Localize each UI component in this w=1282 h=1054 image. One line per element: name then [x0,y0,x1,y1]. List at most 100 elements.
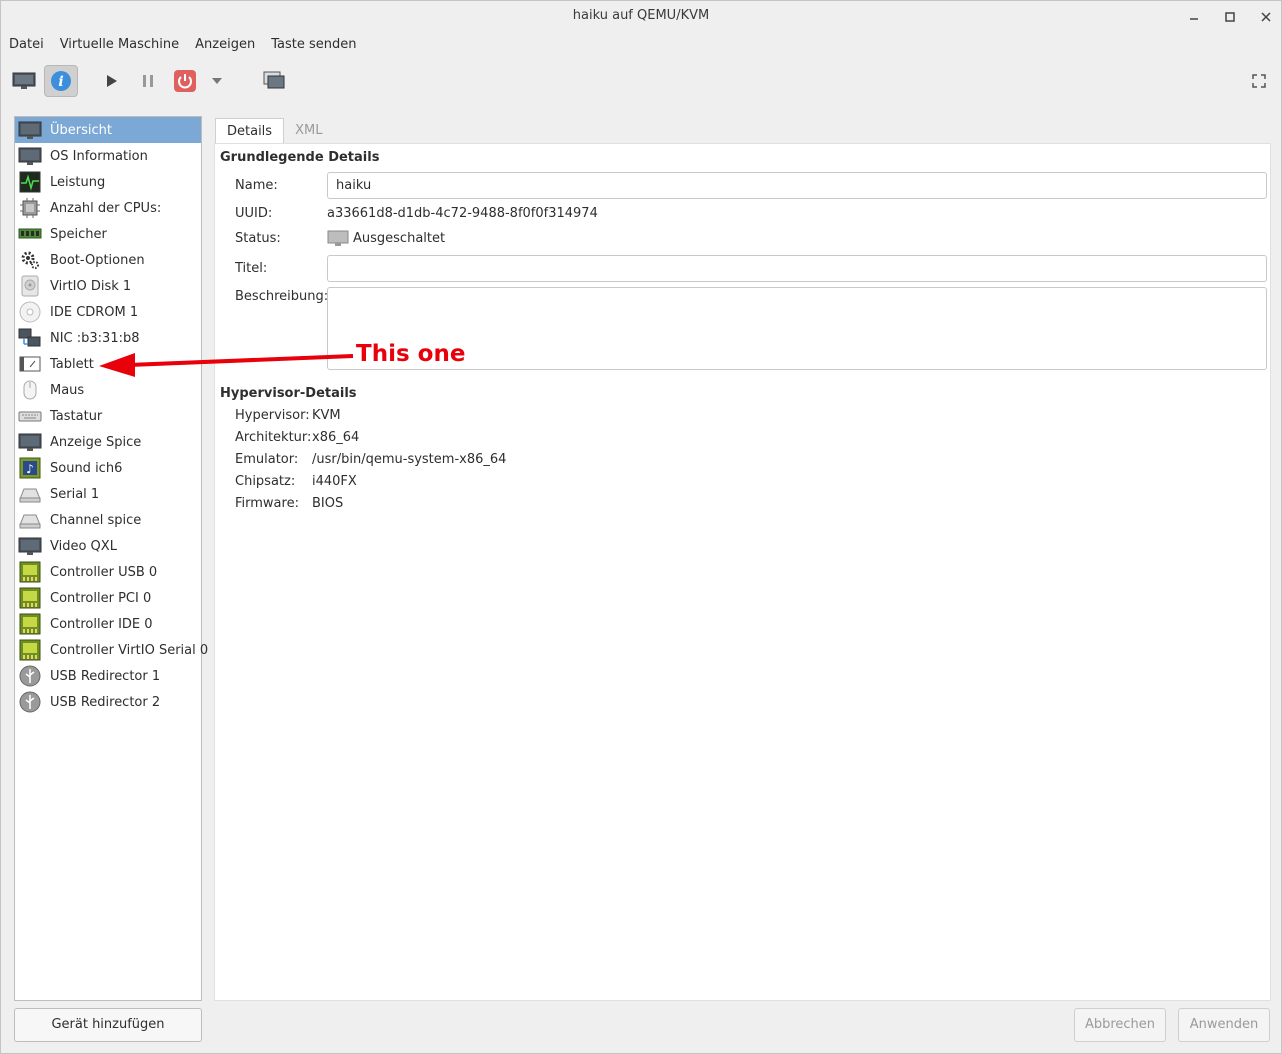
sidebar-item-display-spice[interactable]: Anzeige Spice [15,429,201,455]
fullscreen-icon [1252,74,1266,88]
screens-icon [263,71,285,89]
sidebar-item-controller-pci[interactable]: Controller PCI 0 [15,585,201,611]
serial-icon [19,514,41,529]
annotation-arrow [99,353,354,377]
sidebar-item-controller-ide[interactable]: Controller IDE 0 [15,611,201,637]
controller-icon [19,587,41,609]
title-bar: haiku auf QEMU/KVM [1,1,1281,32]
pause-icon [143,75,153,87]
sidebar-item-label: Anzahl der CPUs: [50,200,162,216]
keyboard-icon [18,411,42,422]
status-label: Status: [235,231,281,246]
menu-bar: Datei Virtuelle Maschine Anzeigen Taste … [1,33,364,57]
sidebar-item-channel-spice[interactable]: Channel spice [15,507,201,533]
sidebar-item-label: Leistung [50,174,106,190]
play-icon [107,75,117,87]
sidebar-item-label: IDE CDROM 1 [50,304,139,320]
app-window: haiku auf QEMU/KVM Datei Virtuelle Masch… [0,0,1282,1054]
firmware-label: Firmware: [235,496,299,511]
menu-datei[interactable]: Datei [1,33,52,57]
hypervisor-details-title: Hypervisor-Details [220,386,357,401]
toolbar: i [1,61,1281,101]
controller-icon [19,613,41,635]
sidebar-item-overview[interactable]: Übersicht [15,117,201,143]
shutdown-menu-button[interactable] [206,65,228,97]
monitor-icon [18,433,42,451]
sidebar-item-keyboard[interactable]: Tastatur [15,403,201,429]
sidebar-item-controller-virtio-serial[interactable]: Controller VirtIO Serial 0 [15,637,208,663]
cdrom-icon [19,301,41,323]
fullscreen-button[interactable] [1242,65,1276,97]
maximize-icon[interactable] [1223,10,1237,24]
tab-xml[interactable]: XML [284,118,333,144]
monitor-icon [18,537,42,555]
sidebar-item-performance[interactable]: Leistung [15,169,201,195]
sidebar-item-virtio-disk[interactable]: VirtIO Disk 1 [15,273,201,299]
chipset-value: i440FX [312,474,357,489]
menu-taste-senden[interactable]: Taste senden [263,33,364,57]
status-text: Ausgeschaltet [353,230,446,246]
sidebar-item-label: Controller PCI 0 [50,590,152,606]
tab-details[interactable]: Details [215,118,285,144]
monitor-icon [18,147,42,165]
sidebar-item-boot-options[interactable]: Boot-Optionen [15,247,201,273]
sidebar-item-os-information[interactable]: OS Information [15,143,201,169]
menu-virtuelle-maschine[interactable]: Virtuelle Maschine [52,33,187,57]
apply-button[interactable]: Anwenden [1178,1008,1270,1042]
architecture-label: Architektur: [235,430,312,445]
description-textarea[interactable] [327,287,1267,370]
basic-details-title: Grundlegende Details [220,150,380,165]
status-value: Ausgeschaltet [327,229,445,247]
hardware-list[interactable]: Übersicht OS Information Leistung Anzahl… [14,116,208,1001]
run-button[interactable] [94,65,128,97]
usb-icon [19,691,41,713]
performance-icon [19,171,41,193]
sidebar-item-video-qxl[interactable]: Video QXL [15,533,201,559]
controller-icon [19,639,41,661]
details-view-button[interactable]: i [44,65,78,97]
info-icon: i [51,71,71,91]
sidebar-item-controller-usb[interactable]: Controller USB 0 [15,559,201,585]
name-input[interactable]: haiku [327,172,1267,199]
pause-button[interactable] [131,65,165,97]
menu-anzeigen[interactable]: Anzeigen [187,33,263,57]
firmware-value: BIOS [312,496,344,511]
sound-icon: ♪ [19,457,41,479]
cancel-button[interactable]: Abbrechen [1074,1008,1166,1042]
sidebar-item-label: Controller VirtIO Serial 0 [50,642,209,658]
titel-label: Titel: [235,261,268,276]
sidebar-item-usb-redirector-2[interactable]: USB Redirector 2 [15,689,201,715]
mouse-icon [23,380,37,400]
chipset-label: Chipsatz: [235,474,296,489]
sidebar-item-label: Controller IDE 0 [50,616,153,632]
sidebar-item-label: VirtIO Disk 1 [50,278,132,294]
hypervisor-label: Hypervisor: [235,408,310,423]
minimize-icon[interactable] [1187,10,1201,24]
emulator-value: /usr/bin/qemu-system-x86_64 [312,452,507,467]
tablet-icon [19,356,41,372]
window-title: haiku auf QEMU/KVM [572,8,710,23]
close-icon[interactable] [1259,10,1273,24]
console-view-button[interactable] [7,65,41,97]
annotation-text: This one [356,341,466,367]
add-hardware-button[interactable]: Gerät hinzufügen [14,1008,202,1042]
sidebar-item-usb-redirector-1[interactable]: USB Redirector 1 [15,663,201,689]
sidebar-item-cpus[interactable]: Anzahl der CPUs: [15,195,201,221]
sidebar-item-sound[interactable]: ♪ Sound ich6 [15,455,201,481]
dropdown-icon [212,78,222,84]
memory-icon [18,228,42,239]
disk-icon [21,275,39,297]
sidebar-item-ide-cdrom[interactable]: IDE CDROM 1 [15,299,201,325]
sidebar-item-label: Anzeige Spice [50,434,142,450]
snapshots-button[interactable] [257,65,291,97]
sidebar-item-label: Sound ich6 [50,460,123,476]
emulator-label: Emulator: [235,452,299,467]
shutdown-button[interactable] [168,65,202,97]
gears-icon [21,251,39,269]
sidebar-item-serial[interactable]: Serial 1 [15,481,201,507]
hypervisor-value: KVM [312,408,341,423]
titel-input[interactable] [327,255,1267,282]
svg-text:i: i [58,74,63,90]
sidebar-item-memory[interactable]: Speicher [15,221,201,247]
power-icon [174,70,196,92]
